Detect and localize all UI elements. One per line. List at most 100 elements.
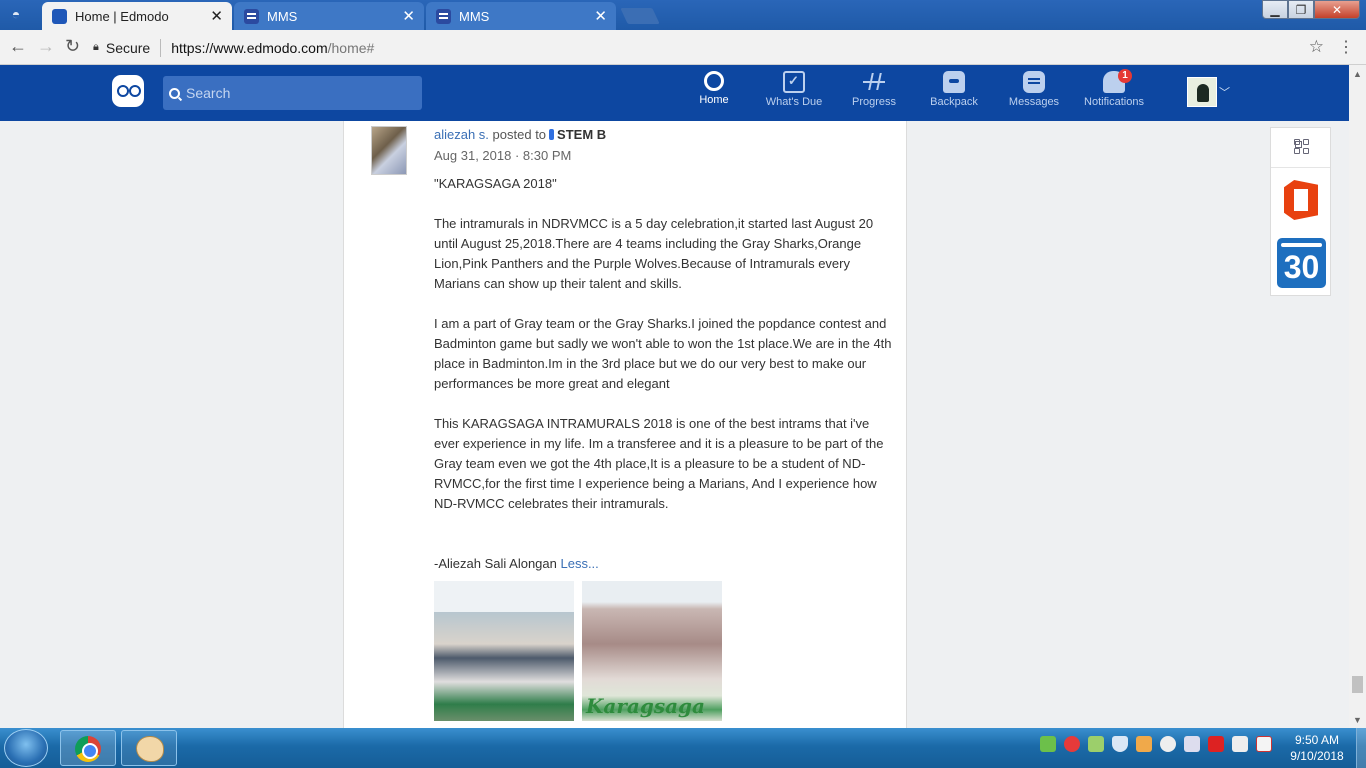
nav-home[interactable]: Home [675, 71, 753, 117]
system-clock[interactable]: 9:50 AM 9/10/2018 [1282, 732, 1352, 764]
browser-tab-strip: ◓ Home | Edmodo ✕ MMS ✕ MMS ✕ ▁ ❐ ✕ [0, 0, 1366, 30]
tab-mms-1[interactable]: MMS ✕ [234, 2, 424, 30]
url-path: /home# [327, 39, 375, 56]
mms-favicon-icon [244, 8, 259, 24]
url-host: https://www.edmodo.com [171, 39, 328, 56]
taskbar: 9:50 AM 9/10/2018 [0, 728, 1366, 768]
menu-kebab-icon[interactable]: ⋮ [1338, 37, 1354, 57]
secure-label: Secure [105, 39, 151, 56]
post-title: "KARAGSAGA 2018" [434, 176, 557, 191]
post-image[interactable] [434, 581, 574, 721]
show-desktop-button[interactable] [1356, 728, 1366, 768]
post-meta: aliezah s. posted to STEM B [434, 127, 606, 142]
posted-to-label: posted to [492, 127, 547, 142]
less-link[interactable]: Less... [560, 556, 598, 571]
post-card: aliezah s. posted to STEM B Aug 31, 2018 … [343, 121, 907, 728]
network-icon[interactable] [1232, 736, 1248, 752]
search-input[interactable] [186, 85, 406, 101]
paint-icon [136, 736, 164, 762]
nav-label: Notifications [1084, 96, 1144, 108]
search-box[interactable] [163, 76, 422, 110]
new-tab-button[interactable] [620, 8, 660, 24]
nav-label: Progress [851, 96, 897, 108]
post-date: Aug 31, 2018 · 8:30 PM [434, 148, 572, 163]
reload-icon[interactable]: ↻ [65, 36, 80, 57]
back-arrow-icon[interactable]: ← [9, 36, 27, 57]
close-tab-icon[interactable]: ✕ [402, 7, 415, 25]
post-image[interactable]: Karagsaga [582, 581, 722, 721]
tray-app-icon[interactable] [1088, 736, 1104, 752]
action-center-icon[interactable] [1256, 736, 1272, 752]
speaker-icon[interactable] [1136, 736, 1152, 752]
tray-app-icon[interactable] [1160, 736, 1176, 752]
system-tray [1040, 736, 1272, 760]
bookmark-star-icon[interactable]: ☆ [1309, 37, 1324, 57]
chrome-icon [75, 736, 101, 762]
backpack-icon [943, 71, 965, 93]
office-icon[interactable] [1284, 180, 1318, 220]
edmodo-logo-icon[interactable] [112, 75, 144, 107]
post-paragraph: The intramurals in NDRVMCC is a 5 day ce… [434, 216, 874, 291]
tray-app-icon[interactable] [1040, 736, 1056, 752]
nav-whats-due[interactable]: What's Due [755, 71, 833, 117]
start-button[interactable] [4, 729, 48, 767]
mms-favicon-icon [436, 8, 451, 24]
tray-app-icon[interactable] [1064, 736, 1080, 752]
nav-label: Backpack [930, 96, 978, 108]
maximize-button[interactable]: ❐ [1288, 0, 1314, 19]
nav-label: Home [699, 94, 729, 106]
apps-widget-panel: 30 [1270, 127, 1331, 296]
volume-icon[interactable] [1184, 736, 1200, 752]
home-icon [704, 71, 724, 91]
divider [160, 38, 162, 57]
tab-title: MMS [267, 8, 298, 24]
author-link[interactable]: aliezah s. [434, 127, 489, 142]
url-field[interactable]: 🔒︎ Secure https://www.edmodo.com/home# [93, 34, 1337, 61]
scroll-thumb[interactable] [1352, 676, 1363, 693]
tab-title: MMS [459, 8, 490, 24]
tab-home-edmodo[interactable]: Home | Edmodo ✕ [42, 2, 232, 30]
close-tab-icon[interactable]: ✕ [210, 7, 223, 25]
calendar-check-icon [783, 71, 805, 93]
taskbar-chrome[interactable] [60, 730, 116, 766]
clock-time: 9:50 AM [1294, 733, 1340, 747]
scroll-down-icon[interactable]: ▼ [1353, 715, 1362, 725]
scroll-up-icon[interactable]: ▲ [1353, 69, 1362, 79]
antivirus-icon[interactable] [1208, 736, 1224, 752]
calendar-icon[interactable]: 30 [1277, 238, 1326, 288]
tab-mms-2[interactable]: MMS ✕ [426, 2, 616, 30]
nav-progress[interactable]: Progress [835, 71, 913, 117]
post-paragraph: This KARAGSAGA INTRAMURALS 2018 is one o… [434, 416, 884, 511]
nav-messages[interactable]: Messages [995, 71, 1073, 117]
edmodo-header: Home What's Due Progress Backpack Messag… [0, 65, 1349, 121]
clock-date: 9/10/2018 [1290, 749, 1344, 763]
post-paragraph: I am a part of Gray team or the Gray Sha… [434, 316, 892, 391]
nav-backpack[interactable]: Backpack [915, 71, 993, 117]
page-scrollbar[interactable]: ▲ ▼ [1349, 65, 1366, 728]
forward-arrow-icon[interactable]: → [37, 36, 55, 57]
lock-icon: 🔒︎ [93, 41, 99, 53]
signature-text: -Aliezah Sali Alongan [434, 556, 557, 571]
post-body: "KARAGSAGA 2018" The intramurals in NDRV… [434, 174, 894, 574]
address-bar: ← → ↻ 🔒︎ Secure https://www.edmodo.com/h… [0, 30, 1366, 65]
chevron-down-icon[interactable]: ﹀ [1219, 84, 1230, 100]
minimize-button[interactable]: ▁ [1262, 0, 1288, 19]
search-icon [169, 87, 180, 99]
edmodo-favicon-icon [52, 8, 67, 24]
group-color-icon [549, 129, 555, 140]
post-signature: -Aliezah Sali Alongan Less... [434, 554, 894, 574]
taskbar-paint[interactable] [121, 730, 177, 766]
shield-icon[interactable] [1112, 736, 1128, 752]
author-avatar[interactable] [371, 126, 407, 175]
nav-label: Messages [1008, 96, 1060, 108]
nav-notifications[interactable]: Notifications [1075, 71, 1153, 117]
user-avatar[interactable] [1187, 77, 1217, 107]
apps-grid-icon[interactable] [1271, 128, 1330, 168]
tab-title: Home | Edmodo [75, 8, 169, 24]
chat-icon [1023, 71, 1045, 93]
pulse-icon [863, 71, 885, 93]
nav-label: What's Due [765, 96, 823, 108]
close-tab-icon[interactable]: ✕ [594, 7, 607, 25]
close-window-button[interactable]: ✕ [1314, 0, 1360, 19]
group-link[interactable]: STEM B [557, 127, 606, 142]
